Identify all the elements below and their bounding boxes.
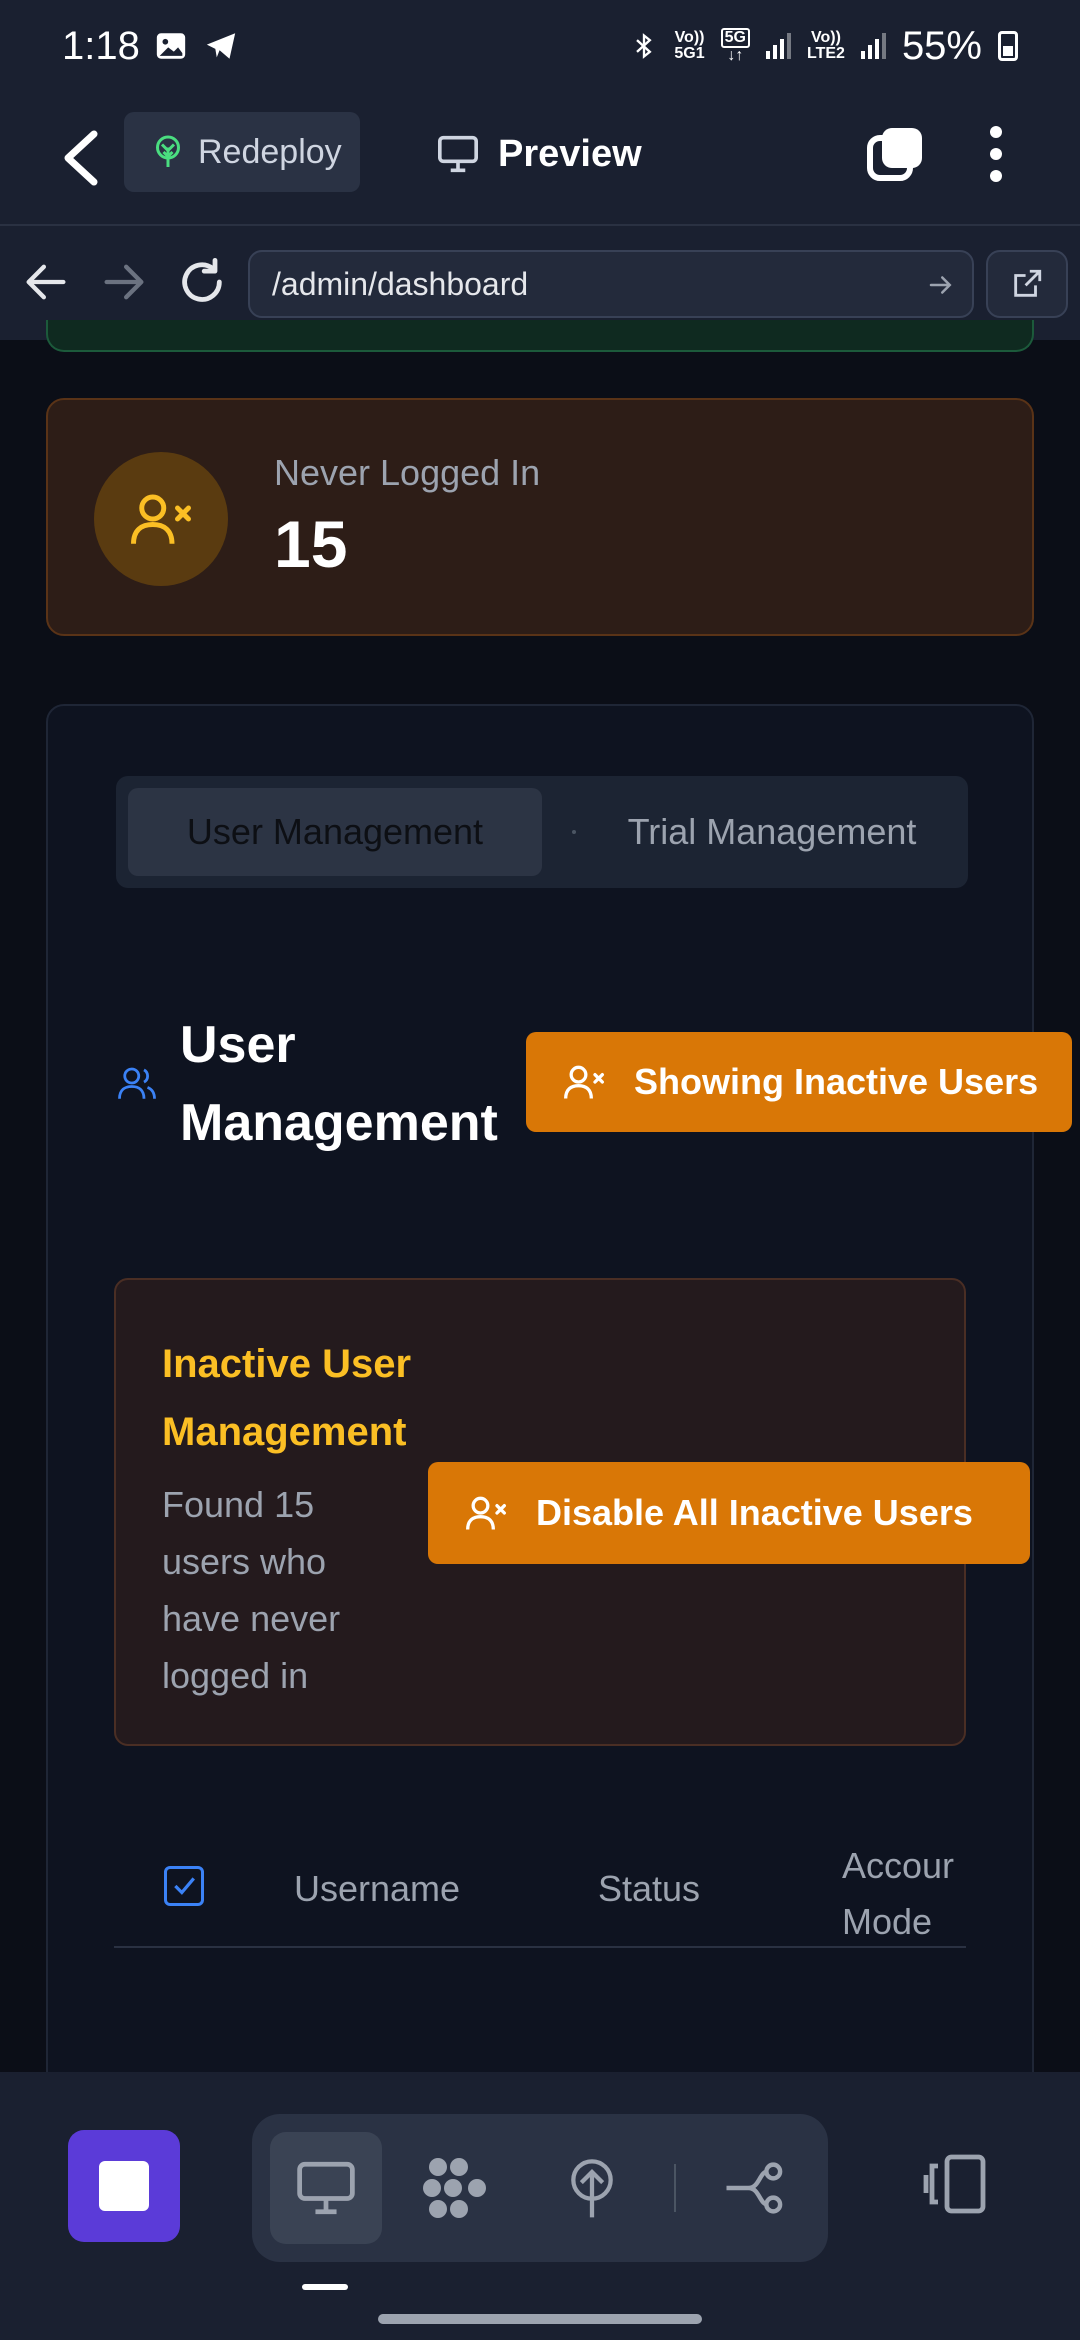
browser-forward-icon[interactable] bbox=[98, 256, 150, 308]
tool-divider bbox=[674, 2164, 676, 2212]
monitor-icon bbox=[297, 2161, 355, 2215]
preview-tab[interactable]: Preview bbox=[436, 116, 642, 192]
network-5g: 5G ↓↑ bbox=[720, 28, 750, 64]
workflow-icon bbox=[726, 2162, 783, 2214]
stat-label: Never Logged In bbox=[274, 452, 541, 493]
select-all-checkbox[interactable] bbox=[164, 1866, 204, 1906]
stat-card-active-edge bbox=[46, 320, 1034, 352]
users-table-header: Username Status Accour Mode bbox=[114, 1822, 966, 1948]
preview-label: Preview bbox=[498, 132, 642, 175]
inactive-card-title: Inactive User Management bbox=[162, 1342, 412, 1454]
status-bar: 1:18 Vo)) 5G1 5G ↓↑ Vo)) LTE2 55% bbox=[0, 0, 1080, 92]
bottom-toolbar bbox=[0, 2072, 1080, 2340]
telegram-icon bbox=[206, 33, 236, 59]
section-title: User Management bbox=[180, 1016, 498, 1152]
battery-icon bbox=[998, 31, 1018, 61]
workflow-tool-button[interactable] bbox=[716, 2150, 792, 2226]
network-sim1-top: Vo)) bbox=[674, 29, 705, 46]
user-x-icon bbox=[466, 1496, 506, 1530]
show-inactive-label: Showing Inactive Users bbox=[634, 1061, 1039, 1102]
device-layout-icon[interactable] bbox=[920, 2148, 992, 2220]
disable-all-label: Disable All Inactive Users bbox=[536, 1492, 973, 1533]
tab-user-management[interactable]: User Management bbox=[128, 788, 542, 876]
signal-strength-icon-2 bbox=[860, 33, 886, 59]
network-sim1: Vo)) 5G1 bbox=[674, 30, 704, 62]
open-external-button[interactable] bbox=[986, 250, 1068, 318]
cluster-icon bbox=[423, 2158, 486, 2218]
reload-icon[interactable] bbox=[176, 256, 228, 308]
data-arrows-icon: ↓↑ bbox=[727, 47, 744, 64]
column-status[interactable]: Status bbox=[598, 1868, 700, 1910]
home-indicator[interactable] bbox=[378, 2314, 702, 2324]
active-tool-indicator bbox=[302, 2284, 348, 2290]
preview-tool-button[interactable] bbox=[270, 2132, 382, 2244]
bluetooth-icon bbox=[636, 33, 653, 59]
inactive-card-description: Found 15 users who have never logged in bbox=[162, 1484, 341, 1696]
url-input[interactable]: /admin/dashboard bbox=[248, 250, 974, 318]
users-icon bbox=[118, 1067, 156, 1099]
tabs-switcher-icon[interactable] bbox=[866, 124, 926, 184]
stop-button[interactable] bbox=[68, 2130, 180, 2242]
status-right: Vo)) 5G1 5G ↓↑ Vo)) LTE2 55% bbox=[630, 24, 1018, 69]
browser-back-icon[interactable] bbox=[20, 256, 72, 308]
signal-strength-icon-1 bbox=[766, 33, 791, 59]
agents-tool-button[interactable] bbox=[418, 2150, 494, 2226]
app-screen: 1:18 Vo)) 5G1 5G ↓↑ Vo)) LTE2 55% Redepl… bbox=[0, 0, 1080, 2340]
user-x-icon bbox=[564, 1065, 604, 1099]
user-x-icon bbox=[131, 494, 191, 544]
image-notification-icon bbox=[156, 33, 186, 59]
url-text: /admin/dashboard bbox=[272, 265, 529, 302]
column-account-mode[interactable]: Accour Mode bbox=[842, 1838, 966, 1950]
tab-divider-dot bbox=[572, 830, 576, 834]
back-button[interactable] bbox=[58, 128, 102, 188]
battery-percent: 55% bbox=[901, 23, 982, 68]
column-username[interactable]: Username bbox=[294, 1868, 460, 1910]
status-time: 1:18 bbox=[62, 23, 140, 68]
redeploy-label: Redeploy bbox=[198, 132, 342, 171]
tool-group bbox=[252, 2114, 828, 2262]
network-sim2-bottom: LTE2 bbox=[807, 45, 845, 62]
more-options-icon[interactable] bbox=[976, 124, 1016, 184]
redeploy-button[interactable]: Redeploy bbox=[124, 112, 360, 192]
stat-value: 15 bbox=[274, 507, 348, 581]
deploy-tree-icon bbox=[156, 135, 180, 167]
go-arrow-icon[interactable] bbox=[926, 270, 956, 300]
stop-icon bbox=[99, 2161, 149, 2211]
monitor-icon bbox=[438, 135, 478, 173]
network-5g-label: 5G bbox=[720, 28, 750, 48]
network-sim1-bottom: 5G1 bbox=[674, 45, 705, 62]
stat-icon-wrapper bbox=[94, 452, 228, 586]
network-sim2: Vo)) LTE2 bbox=[807, 30, 845, 62]
app-header: Redeploy Preview bbox=[0, 92, 1080, 224]
external-link-icon bbox=[1014, 269, 1042, 297]
show-inactive-users-button[interactable]: Showing Inactive Users bbox=[526, 1032, 1072, 1132]
deploy-icon bbox=[571, 2159, 613, 2218]
tab-switcher: User Management Trial Management bbox=[116, 776, 968, 888]
deploy-tool-button[interactable] bbox=[554, 2150, 630, 2226]
disable-all-inactive-button[interactable]: Disable All Inactive Users bbox=[428, 1462, 1030, 1564]
never-logged-in-card: Never Logged In 15 bbox=[46, 398, 1034, 636]
tab-trial-management[interactable]: Trial Management bbox=[586, 788, 958, 876]
status-left: 1:18 bbox=[62, 24, 240, 69]
network-sim2-top: Vo)) bbox=[811, 29, 841, 46]
check-icon bbox=[174, 1877, 195, 1895]
